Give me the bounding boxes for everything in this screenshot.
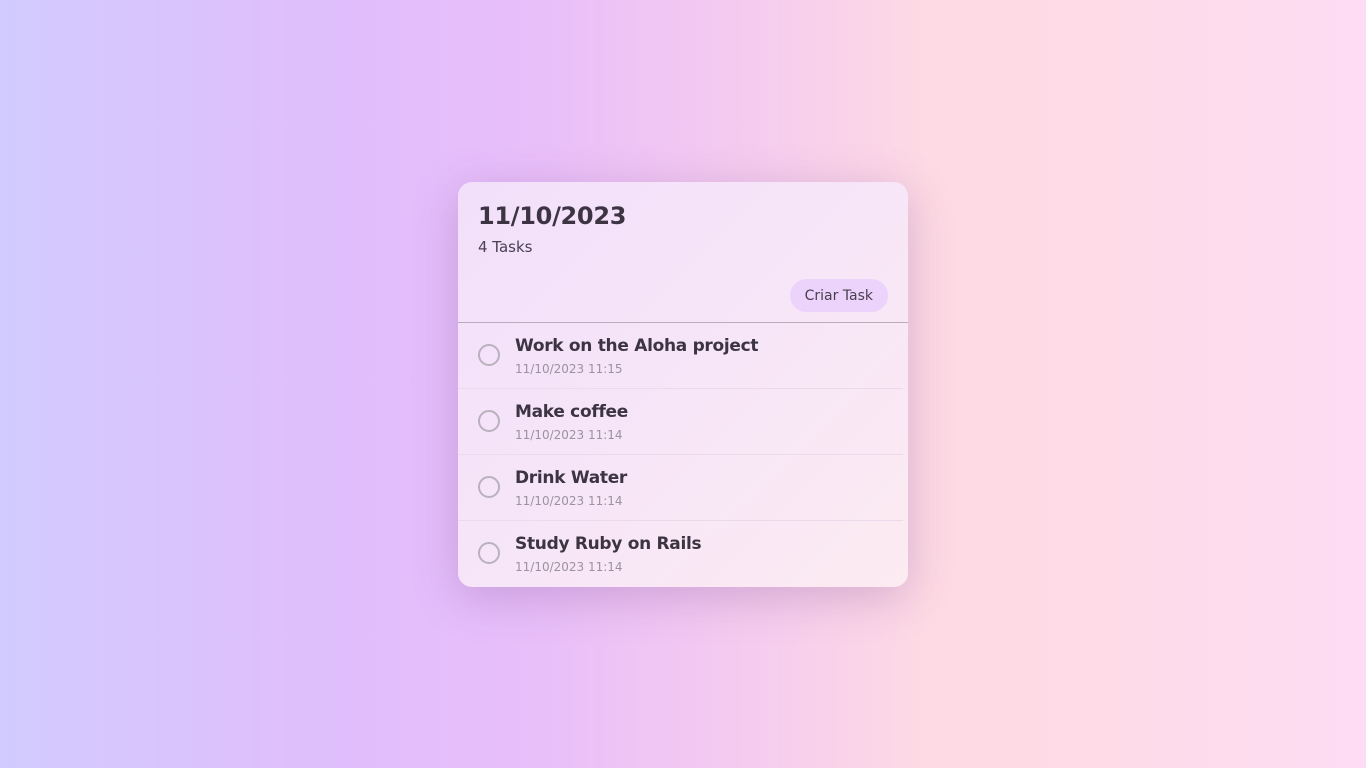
task-count: 4 Tasks	[478, 238, 533, 256]
task-item: Make coffee 11/10/2023 11:14	[458, 389, 903, 455]
task-title: Work on the Aloha project	[515, 336, 759, 356]
task-item: Work on the Aloha project 11/10/2023 11:…	[458, 323, 903, 389]
task-item: Drink Water 11/10/2023 11:14	[458, 455, 903, 521]
task-title: Drink Water	[515, 468, 628, 488]
task-timestamp: 11/10/2023 11:15	[515, 362, 623, 376]
task-checkbox[interactable]	[478, 410, 500, 432]
task-list: Work on the Aloha project 11/10/2023 11:…	[458, 323, 908, 586]
task-timestamp: 11/10/2023 11:14	[515, 560, 623, 574]
task-timestamp: 11/10/2023 11:14	[515, 428, 623, 442]
task-checkbox[interactable]	[478, 476, 500, 498]
task-item: Study Ruby on Rails 11/10/2023 11:14	[458, 521, 903, 586]
task-checkbox[interactable]	[478, 542, 500, 564]
create-task-button[interactable]: Criar Task	[789, 279, 888, 312]
card-header: 11/10/2023 4 Tasks Criar Task	[458, 182, 908, 323]
task-checkbox[interactable]	[478, 344, 500, 366]
task-timestamp: 11/10/2023 11:14	[515, 494, 623, 508]
page-title: 11/10/2023	[478, 202, 627, 230]
task-card: 11/10/2023 4 Tasks Criar Task Work on th…	[458, 182, 908, 587]
task-title: Make coffee	[515, 402, 628, 422]
task-title: Study Ruby on Rails	[515, 534, 702, 554]
